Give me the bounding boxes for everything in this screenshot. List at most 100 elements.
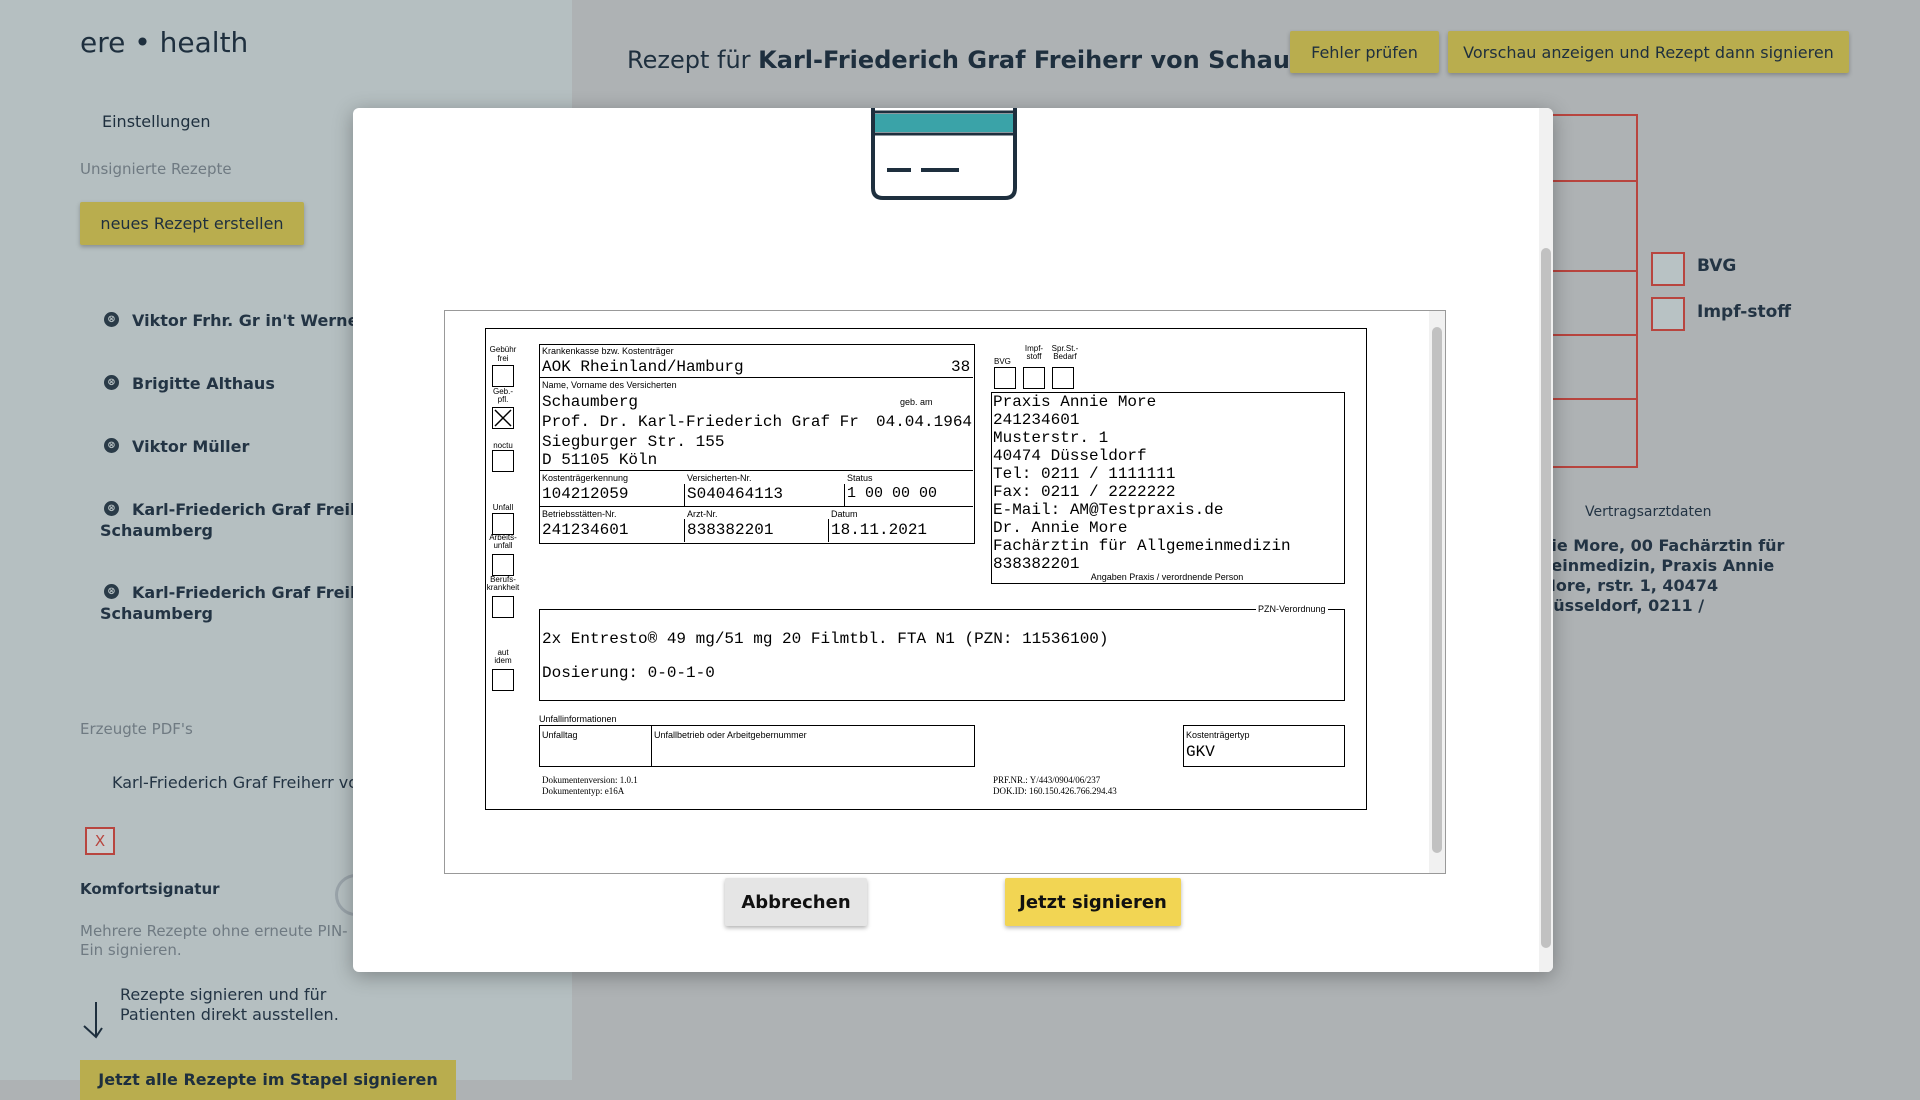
user-icon: ⊗ [104,584,119,599]
user-icon: ⊗ [104,438,119,453]
unfall-label: Unfall [492,503,514,512]
page-scrollbar[interactable] [1906,0,1920,1080]
app-logo[interactable]: ere • health [80,26,248,59]
kt-typ-value: GKV [1186,743,1215,761]
patient-name: Karl-Friederich Graf Freiherr Schaumberg [100,500,388,540]
stapel-description: Rezepte signieren und für Patienten dire… [120,985,339,1024]
krankenkasse-value: AOK Rheinland/Hamburg [542,358,744,376]
user-icon: ⊗ [104,501,119,516]
komfort-label: Komfortsignatur [80,880,220,898]
gebuehr-frei-label: Gebühr frei [489,345,517,363]
sign-all-button[interactable]: Jetzt alle Rezepte im Stapel signieren [80,1060,456,1100]
prescription-form: Gebühr frei Geb.-pfl. noctu Unfall Arbei… [485,328,1367,810]
praxis-line: E-Mail: AM@Testpraxis.de [993,501,1224,519]
user-icon: ⊗ [104,312,119,327]
arzt-nr-label: Arzt-Nr. [687,509,718,519]
praxis-caption: Angaben Praxis / verordnende Person [1090,572,1244,582]
patient-item[interactable]: ⊗ Brigitte Althaus [100,373,390,394]
page-title: Rezept für Karl-Friederich Graf Freiherr… [627,46,1377,74]
praxis-line: Fax: 0211 / 2222222 [993,483,1176,501]
check-errors-button[interactable]: Fehler prüfen [1290,31,1439,73]
preview-scrollbar[interactable] [1429,311,1445,873]
bs-nr-label: Betriebsstätten-Nr. [542,509,617,519]
bvg-checkbox[interactable] [1651,252,1685,286]
modal-scroll-thumb[interactable] [1541,248,1551,948]
checked-x-icon [494,409,512,427]
geb-pfl-label: Geb.-pfl. [492,387,513,404]
sprst-form-checkbox [1052,367,1074,389]
birthdate: 04.04.1964 [876,413,973,431]
praxis-line: 838382201 [993,555,1080,573]
kt-typ-label: Kostenträgertyp [1186,730,1250,740]
pdf-item[interactable]: Karl-Friederich Graf Freiherr vo [112,773,358,792]
vers-nr-value: S040464113 [687,485,784,503]
user-icon: ⊗ [104,375,119,390]
sprst-form-label: Spr.St.-Bedarf [1051,344,1079,361]
rx-line2: Dosierung: 0-0-1-0 [542,664,715,682]
sign-now-button[interactable]: Jetzt signieren [1005,878,1181,926]
komfort-description: Mehrere Rezepte ohne erneute PIN-Ein sig… [80,922,348,959]
name-line2: Prof. Dr. Karl-Friederich Graf Fr [542,413,859,431]
rx-line1: 2x Entresto® 49 mg/51 mg 20 Filmtbl. FTA… [542,630,1109,648]
settings-link[interactable]: Einstellungen [102,112,210,131]
kt-kennung-value: 104212059 [542,485,629,503]
title-patient-name: Karl-Friederich Graf Freiherr von Schaum… [758,46,1378,74]
new-prescription-button[interactable]: neues Rezept erstellen [80,202,304,245]
preview-scroll-thumb[interactable] [1432,327,1442,853]
geb-am-label: geb. am [900,397,933,407]
kt-kennung-label: Kostenträgerkennung [542,473,629,483]
praxis-line: Dr. Annie More [993,519,1128,537]
prescription-preview[interactable]: Gebühr frei Geb.-pfl. noctu Unfall Arbei… [444,310,1446,874]
berufskrankheit-checkbox [492,596,514,618]
prf-nr: PRF.NR.: Y/443/0904/06/237 [993,775,1101,785]
name-line1: Schaumberg [542,393,639,411]
patient-item[interactable]: ⊗ Viktor Müller [100,436,390,457]
impfstoff-checkbox[interactable] [1651,297,1685,331]
arrow-down-icon [83,1002,103,1039]
pdf-heading: Erzeugte PDF's [80,720,193,738]
unsigned-heading: Unsignierte Rezepte [80,160,232,178]
bs-nr-value: 241234601 [542,521,629,539]
health-card-icon [871,108,1017,200]
cancel-button[interactable]: Abbrechen [725,878,867,926]
gebuehr-frei-checkbox [492,365,514,387]
delete-pdf-button[interactable]: X [85,827,115,855]
patient-item[interactable]: ⊗ Karl-Friederich Graf Freiherr Schaumbe… [100,499,390,541]
pzn-box [539,609,1345,701]
name-label: Name, Vorname des Versicherten [542,380,677,390]
bvg-form-label: BVG [994,357,1011,366]
patient-name: Brigitte Althaus [132,374,275,393]
status-value: 1 00 00 00 [847,485,938,502]
praxis-line: Musterstr. 1 [993,429,1109,447]
praxis-line: 241234601 [993,411,1080,429]
bvg-label: BVG [1697,256,1737,276]
vers-nr-label: Versicherten-Nr. [687,473,752,483]
pzn-label: PZN-Verordnung [1256,604,1328,614]
praxis-line: Tel: 0211 / 1111111 [993,465,1176,483]
geb-pfl-checkbox [492,407,514,429]
patient-item[interactable]: ⊗ Viktor Frhr. Gr in't Werner [100,310,390,331]
krankenkasse-label: Krankenkasse bzw. Kostenträger [542,346,674,356]
praxis-line: 40474 Düsseldorf [993,447,1147,465]
praxis-line: Fachärztin für Allgemeinmedizin [993,537,1291,555]
aut-idem-checkbox [492,669,514,691]
aut-idem-label: aut idem [494,648,512,665]
bvg-form-checkbox [994,367,1016,389]
datum-label: Datum [831,509,858,519]
arzt-nr-value: 838382201 [687,521,774,539]
impfstoff-form-checkbox [1023,367,1045,389]
patient-item[interactable]: ⊗ Karl-Friederich Graf Freiherr Schaumbe… [100,582,390,624]
noctu-checkbox [492,450,514,472]
patient-name: Karl-Friederich Graf Freiherr Schaumberg [100,583,388,623]
preview-sign-button[interactable]: Vorschau anzeigen und Rezept dann signie… [1448,31,1849,73]
city: D 51105 Köln [542,451,658,469]
modal-scrollbar[interactable] [1539,108,1553,972]
dok-version: Dokumentenversion: 1.0.1 [542,775,638,785]
arbeitsunfall-label: Arbeits-unfall [489,533,517,550]
vertragsarzt-text[interactable]: nie More, 00 Fachärztin für neinmedizin,… [1540,536,1790,616]
background-form-boxes [1548,114,1638,468]
unfalltag-label: Unfalltag [542,730,578,740]
title-prefix: Rezept für [627,46,751,74]
preview-modal: Gebühr frei Geb.-pfl. noctu Unfall Arbei… [353,108,1553,972]
vertragsarzt-label: Vertragsarztdaten [1585,504,1712,520]
